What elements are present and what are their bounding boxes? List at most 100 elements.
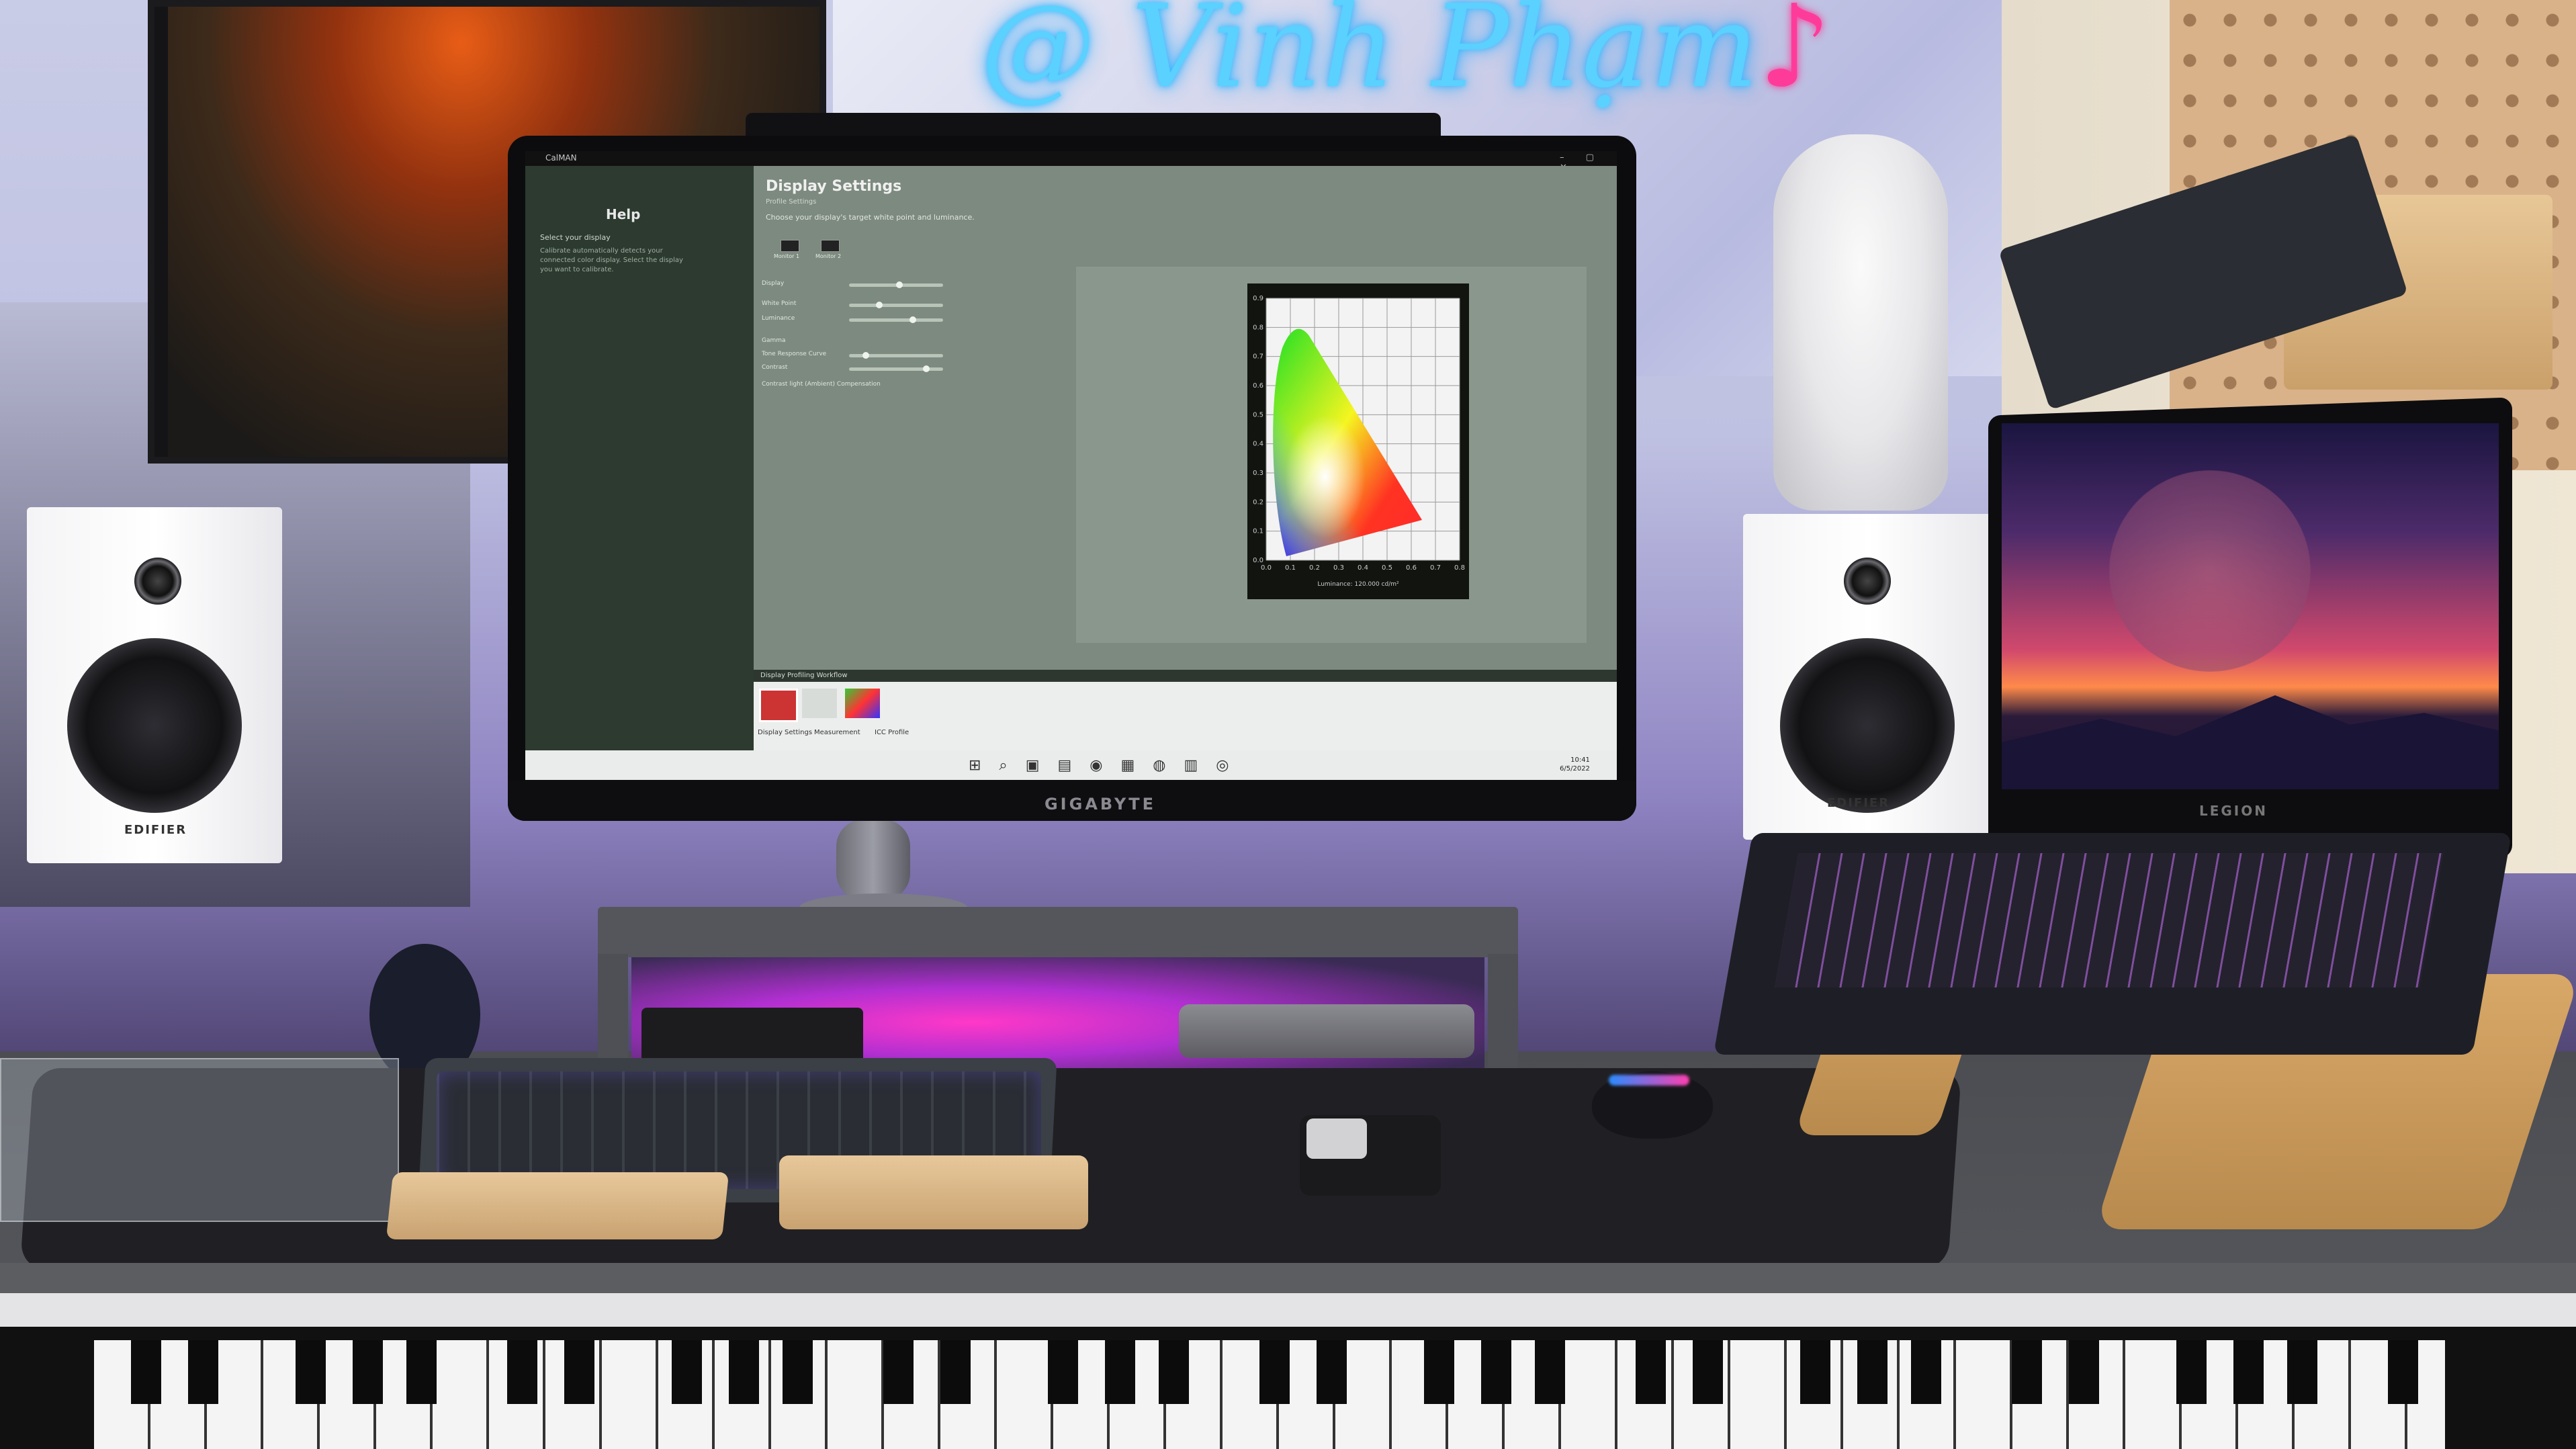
chromaticity-panel: 0.0 0.1 0.2 0.3 0.4 0.5 0.6 0.7 0.8 0.0 0.1 0.2 0.3… [1076,267,1587,643]
app-sidebar: Help Select your display Calibrate autom… [525,166,754,750]
monitor-choice-label-2: Monitor 2 [815,253,842,259]
y-tick-label: 0.9 [1253,295,1263,302]
speaker-tweeter [1844,558,1891,605]
wooden-wrist-rest [386,1172,729,1239]
setting-row[interactable]: Display [762,280,950,290]
taskbar-icons[interactable]: ⊞ ⌕ ▣ ▤ ◉ ▦ ◍ ▥ ◎ [969,757,1235,774]
x-tick-label: 0.7 [1430,564,1441,572]
setting-slider[interactable] [849,316,943,323]
monitor-choice-1[interactable] [781,240,799,252]
y-tick-label: 0.7 [1253,353,1263,361]
cie-chart-svg: 0.0 0.1 0.2 0.3 0.4 0.5 0.6 0.7 0.8 0.0 0.1 0.2 0.3… [1253,295,1465,588]
shelf-leg [1488,954,1518,1082]
cie-diagram: 0.0 0.1 0.2 0.3 0.4 0.5 0.6 0.7 0.8 0.0 0.1 0.2 0.3… [1247,283,1469,599]
desk-frame [0,1293,2576,1330]
y-tick-label: 0.4 [1253,441,1263,448]
slider-thumb[interactable] [923,365,930,372]
monitor-choice-label-1: Monitor 1 [774,253,800,259]
window-title: CalMAN [545,153,577,163]
main-subheading: Profile Settings [766,198,817,206]
clock-time: 10:41 [1570,756,1590,764]
setting-label: White Point [762,300,797,307]
statue-bust [1773,134,1948,511]
workflow-step-icc-profile[interactable] [845,689,880,718]
speaker-woofer [1780,638,1955,813]
monitor-stand [836,820,910,900]
setting-row[interactable]: Luminance [762,315,950,324]
y-tick-label: 0.5 [1253,411,1263,419]
speaker-brand: EDIFIER [1827,796,1890,810]
y-tick-label: 0.1 [1253,528,1263,535]
slider-thumb[interactable] [896,281,903,288]
tab-icc-profile[interactable]: ICC Profile [875,729,909,736]
x-tick-label: 0.1 [1285,564,1296,572]
wooden-wrist-rest [779,1155,1088,1229]
setting-slider[interactable] [849,365,943,372]
setting-label: Luminance [762,315,795,322]
speaker-brand: EDIFIER [124,823,187,837]
app-main-panel: Display Settings Profile Settings Choose… [754,166,1617,670]
setting-slider[interactable] [849,302,943,308]
plot-caption: Luminance: 120.000 cd/m² [1317,581,1399,588]
speaker-woofer [67,638,242,813]
speaker-tweeter [134,558,181,605]
music-note-icon: ♪ [1758,0,1832,114]
tab-measurement[interactable]: Measurement [814,729,860,736]
taskbar-clock[interactable]: 10:41 6/5/2022 [1560,756,1590,773]
setting-slider[interactable] [849,281,943,288]
x-tick-label: 0.2 [1309,564,1320,572]
desk-setup-photo: @ Vinh Phạm♪ EDIFIER EDIFIER GIGABYTE Ca… [0,0,2576,1449]
setting-row[interactable]: Contrast [762,364,950,374]
setting-label: Gamma [762,337,786,344]
y-tick-label: 0.8 [1253,324,1263,331]
y-tick-label: 0.6 [1253,382,1263,390]
usb-hub [1179,1004,1474,1058]
x-tick-label: 0.3 [1333,564,1344,572]
charger-plug [1306,1118,1367,1159]
workflow-step-measurement[interactable] [802,689,837,718]
setting-row[interactable]: Tone Response Curve [762,351,950,360]
laptop-keyboard [1775,853,2444,987]
setting-label: Display [762,280,785,287]
slider-thumb[interactable] [909,316,916,323]
setting-label: Contrast [762,364,788,371]
setting-row[interactable]: Gamma [762,337,950,347]
y-tick-label: 0.2 [1253,498,1263,506]
setting-label: Tone Response Curve [762,351,827,357]
clock-date: 6/5/2022 [1560,765,1590,773]
setting-label: Contrast light (Ambient) Compensation [762,381,881,388]
piano-black-keys [94,1340,2445,1404]
y-tick-labels: 0.0 0.1 0.2 0.3 0.4 0.5 0.6 0.7 0.8 0.9 [1253,295,1263,564]
sidebar-description: Calibrate automatically detects your con… [540,247,683,273]
y-tick-label: 0.3 [1253,470,1263,477]
x-tick-label: 0.5 [1382,564,1392,572]
workflow-step-display-settings[interactable] [759,689,798,722]
setting-slider[interactable] [849,352,943,359]
wallpaper-moon [2109,470,2311,672]
neon-sign: @ Vinh Phạm♪ [981,0,2002,121]
x-tick-label: 0.8 [1454,564,1465,572]
tab-display-settings[interactable]: Display Settings [758,729,812,736]
x-tick-label: 0.0 [1261,564,1272,572]
taskbar: ⊞ ⌕ ▣ ▤ ◉ ▦ ◍ ▥ ◎ 10:41 6/5/2022 [525,750,1617,780]
right-speaker: EDIFIER [1743,514,1995,840]
sidebar-title: Help [606,206,641,222]
laptop-brand: LEGION [2199,803,2268,819]
monitor-shelf [598,907,1518,957]
monitor-choice-2[interactable] [821,240,840,252]
workflow-timeline: Display Profiling Workflow Display Setti… [754,670,1617,750]
main-description: Choose your display's target white point… [766,213,975,222]
left-speaker: EDIFIER [27,507,282,863]
slider-thumb[interactable] [876,302,883,308]
x-tick-label: 0.6 [1406,564,1417,572]
setting-row[interactable]: Contrast light (Ambient) Compensation [762,381,950,390]
monitor-screen: CalMAN – ▢ ✕ Help Select your display Ca… [525,151,1617,780]
y-tick-label: 0.0 [1253,557,1263,564]
x-tick-labels: 0.0 0.1 0.2 0.3 0.4 0.5 0.6 0.7 0.8 [1261,564,1465,572]
setting-row[interactable]: White Point [762,300,950,310]
neon-sign-text: @ Vinh Phạm♪ [981,0,1831,104]
mouse-rgb-strip [1609,1075,1689,1086]
slider-thumb[interactable] [862,352,869,359]
sidebar-subtitle: Select your display [540,233,611,242]
timeline-header: Display Profiling Workflow [754,670,1617,682]
